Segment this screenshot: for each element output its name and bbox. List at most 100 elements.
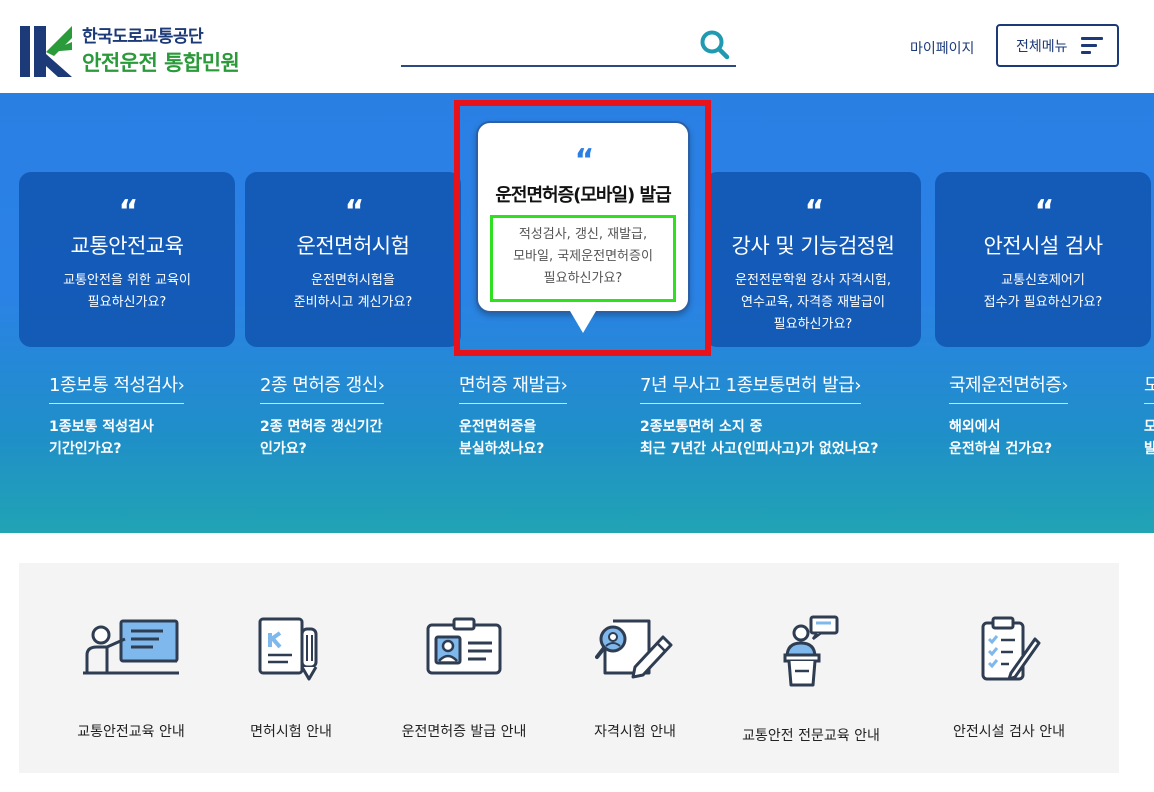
full-menu-button[interactable]: 전체메뉴 [996, 24, 1119, 67]
card-license-exam[interactable]: “ 운전면허시험 운전면허시험을 준비하시고 계신가요? [245, 172, 461, 347]
quick-link-desc-line: 인가요? [260, 441, 307, 457]
quick-link-desc-line: 2종 면허증 갱신기간 [260, 419, 383, 435]
quick-link-desc-line: 분실하셨나요? [459, 441, 545, 457]
quote-icon: “ [344, 194, 365, 229]
quick-link-title-text: 모 [1144, 375, 1154, 396]
quick-link-title-text: 국제운전면허증 [949, 375, 1062, 396]
card-title: 강사 및 기능검정원 [731, 234, 895, 258]
quick-link-desc-line: 운전하실 건가요? [949, 441, 1053, 457]
quick-link-desc: 2종 면허증 갱신기간 인가요? [260, 416, 384, 460]
quick-link-desc: 1종보통 적성검사 기간인가요? [49, 416, 184, 460]
quick-link-international-license[interactable]: 국제운전면허증› 해외에서 운전하실 건가요? [949, 371, 1069, 460]
quick-link-title: 7년 무사고 1종보통면허 발급› [640, 371, 861, 404]
quote-icon: “ [1034, 194, 1055, 229]
chevron-right-icon: › [377, 375, 385, 396]
koroad-logo-icon [18, 24, 74, 79]
presentation-teacher-icon [83, 619, 179, 675]
quick-link-title-text: 1종보통 적성검사 [49, 375, 178, 396]
service-safety-facility-inspection-guide[interactable]: 안전시설 검사 안내 [939, 615, 1079, 741]
quote-icon: “ [574, 143, 595, 178]
card-desc-line: 교통안전을 위한 교육이 [63, 273, 191, 288]
card-desc-line: 필요하신가요? [87, 295, 167, 310]
card-desc-line: 접수가 필요하신가요? [983, 295, 1103, 310]
popup-desc-line: 적성검사, 갱신, 재발급, [518, 227, 648, 242]
quick-link-title: 1종보통 적성검사› [49, 371, 185, 404]
quick-link-class2-renewal[interactable]: 2종 면허증 갱신› 2종 면허증 갱신기간 인가요? [260, 371, 385, 460]
card-instructor-examiner[interactable]: “ 강사 및 기능검정원 운전전문학원 강사 자격시험, 연수교육, 자격증 재… [705, 172, 921, 347]
service-label: 자격시험 안내 [594, 724, 676, 740]
chevron-right-icon: › [854, 375, 861, 396]
quick-link-desc: 모 발 [1144, 416, 1154, 460]
card-desc-line: 운전전문학원 강사 자격시험, [735, 273, 891, 288]
quick-link-title-text: 7년 무사고 1종보통면허 발급 [640, 375, 855, 396]
quick-link-desc-line: 기간인가요? [49, 441, 122, 457]
quick-link-title: 면허증 재발급› [459, 371, 568, 404]
service-traffic-safety-education-guide[interactable]: 교통안전교육 안내 [75, 615, 187, 741]
card-description: 운전면허시험을 준비하시고 계신가요? [245, 270, 461, 314]
service-label: 안전시설 검사 안내 [953, 724, 1065, 740]
service-qualification-exam-guide[interactable]: 자격시험 안내 [585, 615, 685, 741]
site-name-part-2: 통합민원 [164, 50, 240, 75]
quick-link-desc: 2종보통면허 소지 중 최근 7년간 사고(인피사고)가 없었나요? [640, 416, 878, 460]
id-card-icon [426, 617, 502, 675]
service-label: 면허시험 안내 [250, 724, 332, 740]
quick-link-desc-line: 해외에서 [949, 419, 1001, 435]
quick-link-desc-line: 2종보통면허 소지 중 [640, 419, 763, 435]
quick-link-title: 2종 면허증 갱신› [260, 371, 385, 404]
quick-link-7year-accident-free[interactable]: 7년 무사고 1종보통면허 발급› 2종보통면허 소지 중 최근 7년간 사고(… [640, 371, 878, 460]
card-title: 안전시설 검사 [983, 234, 1103, 258]
service-label: 운전면허증 발급 안내 [401, 724, 527, 740]
hero-section: “ 교통안전교육 교통안전을 위한 교육이 필요하신가요? “ 운전면허시험 운… [0, 93, 1154, 533]
org-name: 한국도로교통공단 [82, 26, 204, 47]
search-icon[interactable] [698, 28, 732, 62]
popup-tail [570, 311, 596, 333]
lecturer-podium-icon [783, 615, 839, 687]
mypage-link[interactable]: 마이페이지 [910, 38, 974, 58]
chevron-right-icon: › [1061, 375, 1069, 396]
card-description: 교통안전을 위한 교육이 필요하신가요? [19, 270, 235, 314]
service-label: 교통안전 전문교육 안내 [742, 728, 880, 744]
chevron-right-icon: › [177, 375, 185, 396]
quick-link-desc-line: 운전면허증을 [459, 419, 537, 435]
service-label: 교통안전교육 안내 [77, 724, 185, 740]
quick-link-desc-line: 발 [1144, 441, 1154, 457]
quick-link-desc: 운전면허증을 분실하셨나요? [459, 416, 567, 460]
quick-link-desc-line: 모 [1144, 419, 1154, 435]
search-bar [401, 26, 736, 67]
document-search-pen-icon [595, 619, 673, 679]
service-license-issuance-guide[interactable]: 운전면허증 발급 안내 [389, 615, 539, 741]
quick-link-license-reissue[interactable]: 면허증 재발급› 운전면허증을 분실하셨나요? [459, 371, 568, 460]
quick-link-title-text: 면허증 재발급 [459, 375, 561, 396]
quick-link-mobile-partial[interactable]: 모 모 발 [1144, 371, 1154, 460]
card-desc-line: 연수교육, 자격증 재발급이 [741, 295, 885, 310]
search-input[interactable] [401, 26, 691, 64]
hamburger-icon [1081, 37, 1103, 55]
quote-icon: “ [118, 194, 139, 229]
service-guide-panel: 교통안전교육 안내 면허시험 안내 운전면허증 발급 안내 자격시험 안내 교통… [19, 563, 1119, 773]
site-logo[interactable]: 한국도로교통공단 안전운전 통합민원 [18, 24, 240, 79]
card-desc-line: 운전면허시험을 [311, 273, 395, 288]
site-name: 안전운전 통합민원 [82, 48, 240, 78]
quick-link-class1-aptitude-test[interactable]: 1종보통 적성검사› 1종보통 적성검사 기간인가요? [49, 371, 185, 460]
service-license-exam-guide[interactable]: 면허시험 안내 [241, 615, 341, 741]
full-menu-label: 전체메뉴 [1016, 38, 1068, 55]
card-desc-line: 준비하시고 계신가요? [293, 295, 413, 310]
service-traffic-safety-professional-education-guide[interactable]: 교통안전 전문교육 안내 [731, 615, 891, 745]
card-description: 운전전문학원 강사 자격시험, 연수교육, 자격증 재발급이 필요하신가요? [705, 270, 921, 336]
quick-link-desc: 해외에서 운전하실 건가요? [949, 416, 1068, 460]
quick-link-title: 모 [1144, 371, 1154, 404]
quick-link-desc-line: 1종보통 적성검사 [49, 419, 154, 435]
card-traffic-safety-education[interactable]: “ 교통안전교육 교통안전을 위한 교육이 필요하신가요? [19, 172, 235, 347]
card-desc-line: 필요하신가요? [773, 317, 853, 332]
popup-desc-line: 모바일, 국제운전면허증이 [513, 249, 653, 264]
clipboard-checklist-icon [981, 616, 1041, 681]
card-desc-line: 교통신호제어기 [1001, 273, 1085, 288]
card-title: 운전면허시험 [296, 234, 410, 258]
quick-link-title-text: 2종 면허증 갱신 [260, 375, 378, 396]
exam-paper-pencil-icon [258, 617, 318, 681]
popup-desc-line: 필요하신가요? [543, 271, 623, 286]
card-license-issuance-popup[interactable]: “ 운전면허증(모바일) 발급 적성검사, 갱신, 재발급, 모바일, 국제운전… [476, 121, 690, 333]
quick-link-title: 국제운전면허증› [949, 371, 1069, 404]
card-safety-facility-inspection[interactable]: “ 안전시설 검사 교통신호제어기 접수가 필요하신가요? [935, 172, 1151, 347]
card-description: 교통신호제어기 접수가 필요하신가요? [935, 270, 1151, 314]
